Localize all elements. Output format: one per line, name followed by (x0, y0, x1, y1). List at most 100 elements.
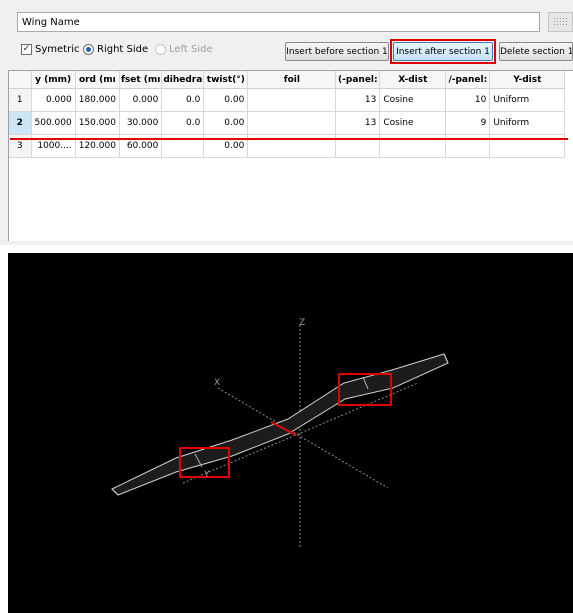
empty-cell (31, 158, 75, 181)
3d-viewport[interactable]: Z X Y (8, 253, 573, 613)
table-cell[interactable]: Uniform (489, 88, 566, 112)
left-side-label: Left Side (169, 43, 213, 55)
table-cell[interactable]: 30.000 (119, 111, 163, 135)
sections-table-frame: y (mm) ord (mı fset (mı dihedra twist(°) foil… (8, 70, 573, 241)
table-cell[interactable]: 0.00 (203, 88, 249, 112)
empty-cell (9, 224, 31, 241)
empty-row (9, 202, 565, 224)
table-cell[interactable]: 0.000 (119, 88, 163, 112)
z-axis-label: Z (299, 318, 305, 328)
empty-cell (490, 180, 565, 202)
empty-cell (204, 224, 248, 241)
empty-row (9, 180, 565, 202)
table-cell[interactable]: 0.000 (31, 88, 76, 112)
column-header[interactable]: Y-dist (489, 71, 566, 89)
table-cell[interactable]: 150.000 (75, 111, 120, 135)
table-row[interactable]: 1 0.000 180.000 0.000 0.0 0.00 13 Cosine 10 Unifo… (9, 88, 566, 112)
table-cell[interactable]: Uniform (489, 111, 566, 135)
empty-cell (31, 224, 75, 241)
column-header[interactable]: (-panel: (335, 71, 381, 89)
empty-cell (380, 158, 446, 181)
table-row[interactable]: 2 500.000 150.000 30.000 0.0 0.00 13 Cosine 9 Uni… (9, 111, 566, 135)
empty-cell (9, 158, 31, 181)
empty-cell (336, 158, 380, 181)
empty-cell (446, 180, 490, 202)
table-cell[interactable]: 500.000 (31, 111, 76, 135)
dots-icon (553, 17, 568, 27)
empty-cell (336, 180, 380, 202)
column-header[interactable]: dihedra (161, 71, 205, 89)
insert-after-button[interactable]: Insert after section 1 (393, 42, 493, 61)
symetric-label: Symetric (35, 43, 80, 55)
wing-3d-view: Z X Y (111, 318, 449, 548)
empty-cell (9, 180, 31, 202)
empty-cell (162, 202, 204, 224)
empty-cell (336, 224, 380, 241)
empty-cell (446, 224, 490, 241)
checkmark-icon: ✓ (21, 43, 32, 55)
empty-cell (380, 180, 446, 202)
table-cell[interactable]: 13 (335, 88, 381, 112)
empty-cell (380, 224, 446, 241)
dotted-button[interactable] (548, 12, 573, 32)
radio-off-icon (155, 43, 166, 55)
table-cell[interactable]: 0.0 (161, 88, 205, 112)
empty-cell (75, 224, 119, 241)
corner-header[interactable] (9, 71, 32, 89)
wing-surface (111, 353, 449, 496)
column-header[interactable]: foil (247, 71, 337, 89)
symetric-checkbox[interactable]: ✓ Symetric (21, 42, 79, 56)
row-2-underline (10, 138, 568, 140)
table-cell[interactable]: Cosine (379, 111, 447, 135)
right-side-radio[interactable]: Right Side (83, 42, 148, 56)
table-cell[interactable]: 9 (445, 111, 491, 135)
left-side-radio: Left Side (155, 42, 213, 56)
table-cell[interactable] (247, 111, 337, 135)
empty-cell (204, 180, 248, 202)
column-header[interactable]: y (mm) (31, 71, 76, 89)
row-header[interactable]: 1 (9, 88, 32, 112)
empty-cell (162, 224, 204, 241)
right-side-label: Right Side (97, 43, 149, 55)
column-header[interactable]: fset (mı (119, 71, 163, 89)
empty-cell (336, 202, 380, 224)
empty-cell (31, 202, 75, 224)
table-cell[interactable]: 13 (335, 111, 381, 135)
empty-cell (248, 158, 336, 181)
empty-row (9, 158, 565, 181)
empty-cell (75, 202, 119, 224)
empty-cell (162, 180, 204, 202)
insert-before-button[interactable]: Insert before section 1 (285, 42, 389, 61)
table-cell[interactable] (247, 88, 337, 112)
empty-cell (119, 158, 161, 181)
x-axis-label: X (214, 378, 220, 388)
column-header[interactable]: ord (mı (75, 71, 120, 89)
sections-table: y (mm) ord (mı fset (mı dihedra twist(°) foil… (9, 71, 566, 241)
wing-name-input[interactable] (17, 12, 540, 32)
wing-editor-panel: ✓ Symetric Right Side Left Side Insert b… (0, 0, 573, 245)
empty-cell (380, 202, 446, 224)
y-axis-label: Y (203, 470, 210, 480)
empty-cell (119, 202, 161, 224)
empty-cell (119, 180, 161, 202)
table-cell[interactable]: Cosine (379, 88, 447, 112)
table-cell[interactable]: 180.000 (75, 88, 120, 112)
table-cell[interactable]: 10 (445, 88, 491, 112)
table-cell[interactable]: 0.00 (203, 111, 249, 135)
empty-cell (248, 180, 336, 202)
empty-cell (248, 202, 336, 224)
empty-cell (162, 158, 204, 181)
column-header[interactable]: X-dist (379, 71, 447, 89)
empty-cell (490, 202, 565, 224)
empty-cell (31, 180, 75, 202)
empty-cell (9, 202, 31, 224)
table-cell[interactable]: 0.0 (161, 111, 205, 135)
empty-cell (446, 158, 490, 181)
column-header[interactable]: twist(°) (203, 71, 249, 89)
column-header[interactable]: /-panel: (445, 71, 491, 89)
radio-on-icon (83, 43, 94, 55)
delete-section-button[interactable]: Delete section 1 (499, 42, 573, 61)
empty-cell (490, 158, 565, 181)
empty-cell (490, 224, 565, 241)
row-header[interactable]: 2 (9, 111, 32, 135)
